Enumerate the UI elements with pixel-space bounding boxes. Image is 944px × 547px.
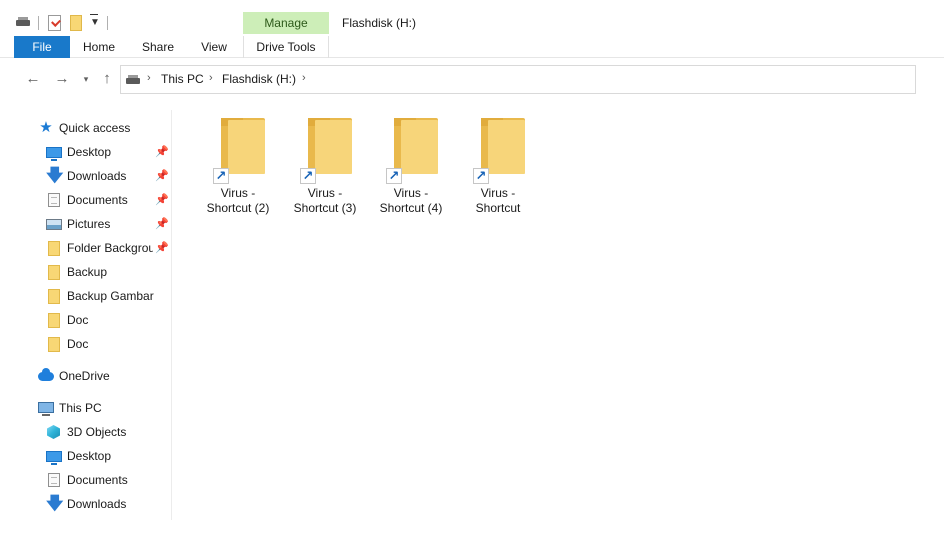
folder-icon <box>48 337 60 352</box>
pin-icon: 📌 <box>155 170 169 182</box>
breadcrumb-this-pc[interactable]: This PC <box>161 72 204 86</box>
pin-icon: 📌 <box>155 218 169 230</box>
address-bar[interactable]: › This PC › Flashdisk (H:) › <box>120 65 916 94</box>
navigation-pane: ★ Quick access Desktop 📌 🡇 Downloads 📌 D… <box>0 110 172 520</box>
nav-label: Doc <box>67 313 89 327</box>
nav-onedrive[interactable]: OneDrive <box>0 364 172 388</box>
nav-label: Backup Gambar <box>67 289 154 303</box>
download-arrow-icon: 🡇 <box>46 494 64 513</box>
toolbar-separator <box>107 16 108 30</box>
nav-label: Quick access <box>59 121 131 135</box>
folder-icon <box>48 289 60 304</box>
pictures-icon <box>46 219 62 230</box>
shortcut-arrow-icon: ↗ <box>213 168 229 184</box>
nav-label: OneDrive <box>59 369 110 383</box>
nav-item-pictures[interactable]: Pictures 📌 <box>0 212 172 236</box>
file-list: ↗ Virus - Shortcut (2) ↗ Virus - Shortcut … <box>180 100 930 520</box>
nav-item-3d-objects[interactable]: 3D Objects <box>0 420 172 444</box>
3d-objects-icon <box>47 425 60 439</box>
chevron-right-icon[interactable]: › <box>209 72 213 84</box>
desktop-icon <box>46 451 62 465</box>
nav-label: Desktop <box>67 145 112 159</box>
nav-item-doc[interactable]: Doc <box>0 332 172 356</box>
ribbon-tabs: File Home Share View Drive Tools <box>0 36 944 58</box>
toolbar-separator <box>38 16 39 30</box>
file-tile[interactable]: ↗ Virus - Shortcut <box>455 110 541 230</box>
tab-file[interactable]: File <box>14 36 70 58</box>
folder-icon <box>308 118 352 174</box>
nav-item-backup[interactable]: Backup <box>0 260 172 284</box>
nav-item-downloads[interactable]: 🡇 Downloads <box>0 492 172 516</box>
chevron-right-icon[interactable]: › <box>302 72 306 84</box>
back-arrow-icon[interactable]: ← <box>24 70 42 88</box>
nav-label: Doc <box>67 337 89 351</box>
shortcut-arrow-icon: ↗ <box>473 168 489 184</box>
computer-icon <box>38 402 54 416</box>
nav-item-folder-background[interactable]: Folder Backgrou 📌 <box>0 236 172 260</box>
tab-view[interactable]: View <box>194 36 234 58</box>
chevron-right-icon[interactable]: › <box>147 72 151 84</box>
file-name: Virus - Shortcut <box>475 186 521 215</box>
nav-this-pc[interactable]: This PC <box>0 396 172 420</box>
nav-quick-access[interactable]: ★ Quick access <box>0 116 172 140</box>
nav-label: Pictures <box>67 217 111 231</box>
drive-icon[interactable] <box>16 17 30 26</box>
forward-arrow-icon[interactable]: → <box>53 70 71 88</box>
star-icon: ★ <box>39 119 53 136</box>
window-title: Flashdisk (H:) <box>342 16 417 30</box>
pin-icon: 📌 <box>155 194 169 206</box>
nav-label: Downloads <box>67 497 127 511</box>
nav-label: Documents <box>67 473 128 487</box>
desktop-icon <box>46 147 62 161</box>
folder-icon <box>394 118 438 174</box>
new-folder-icon[interactable] <box>70 15 82 31</box>
nav-item-doc[interactable]: Doc <box>0 308 172 332</box>
nav-item-documents[interactable]: Documents 📌 <box>0 188 172 212</box>
nav-label: 3D Objects <box>67 425 127 439</box>
nav-item-desktop[interactable]: Desktop 📌 <box>0 140 172 164</box>
drive-icon <box>126 75 140 84</box>
up-arrow-icon[interactable]: ↑ <box>98 70 116 88</box>
nav-label: This PC <box>59 401 102 415</box>
folder-icon <box>48 241 60 256</box>
nav-label: Documents <box>67 193 128 207</box>
pin-icon: 📌 <box>155 242 169 254</box>
documents-icon <box>48 473 60 487</box>
cloud-icon <box>38 368 54 381</box>
recent-locations-chevron-icon[interactable]: ▾ <box>80 70 92 88</box>
folder-icon <box>48 265 60 280</box>
shortcut-arrow-icon: ↗ <box>386 168 402 184</box>
quick-access-toolbar: ▼ <box>0 0 944 36</box>
shortcut-arrow-icon: ↗ <box>300 168 316 184</box>
nav-label: Downloads <box>67 169 127 183</box>
nav-label: Desktop <box>67 449 112 463</box>
documents-icon <box>48 193 60 207</box>
nav-label: Folder Backgrou <box>67 241 153 255</box>
customize-dropdown-icon[interactable]: ▼ <box>90 14 100 28</box>
download-arrow-icon: 🡇 <box>46 166 64 185</box>
nav-item-backup-gambar[interactable]: Backup Gambar <box>0 284 172 308</box>
tab-drive-tools[interactable]: Drive Tools <box>243 36 329 58</box>
nav-item-documents[interactable]: Documents <box>0 468 172 492</box>
nav-item-desktop[interactable]: Desktop <box>0 444 172 468</box>
folder-icon <box>221 118 265 174</box>
pin-icon: 📌 <box>155 146 169 158</box>
tab-share[interactable]: Share <box>136 36 180 58</box>
breadcrumb-flashdisk[interactable]: Flashdisk (H:) <box>222 72 296 86</box>
tab-home[interactable]: Home <box>76 36 122 58</box>
nav-item-downloads[interactable]: 🡇 Downloads 📌 <box>0 164 172 188</box>
folder-icon <box>481 118 525 174</box>
nav-label: Backup <box>67 265 108 279</box>
properties-icon[interactable] <box>48 15 61 31</box>
manage-context-label: Manage <box>243 12 329 34</box>
folder-icon <box>48 313 60 328</box>
